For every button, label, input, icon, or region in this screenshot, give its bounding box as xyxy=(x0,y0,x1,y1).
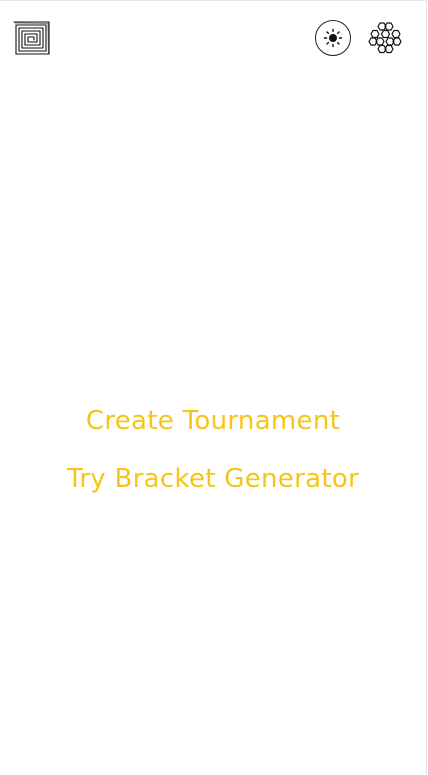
top-bar xyxy=(0,0,428,76)
honeycomb-icon xyxy=(368,22,402,54)
main-menu: Create Tournament Try Bracket Generator xyxy=(0,404,426,520)
try-bracket-generator-link[interactable]: Try Bracket Generator xyxy=(0,462,426,496)
settings-button[interactable] xyxy=(367,21,403,55)
page-frame xyxy=(0,0,427,774)
create-tournament-link[interactable]: Create Tournament xyxy=(0,404,426,438)
spiral-maze-logo-icon xyxy=(13,21,50,55)
sun-icon xyxy=(323,28,343,48)
theme-toggle-button[interactable] xyxy=(315,20,351,56)
logo-button[interactable] xyxy=(12,19,52,57)
